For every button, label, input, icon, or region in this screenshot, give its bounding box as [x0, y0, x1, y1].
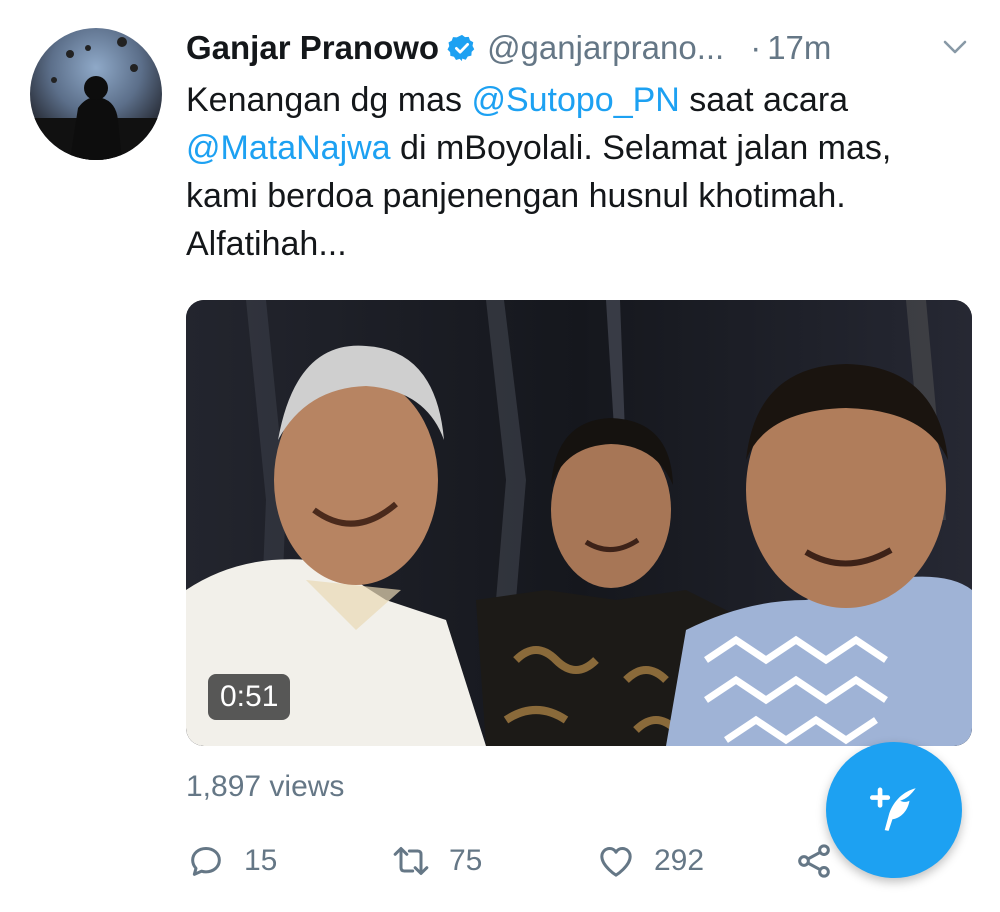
tweet-text-part: Kenangan dg mas — [186, 81, 472, 119]
video-thumbnail — [186, 300, 972, 746]
avatar[interactable] — [30, 28, 162, 160]
heart-icon — [600, 847, 632, 877]
header-separator: · — [750, 29, 762, 66]
video-duration-badge: 0:51 — [208, 674, 291, 720]
author-name[interactable]: Ganjar Pranowo — [186, 29, 439, 67]
share-button[interactable] — [794, 836, 834, 886]
chevron-down-icon[interactable] — [942, 38, 968, 56]
reply-count: 15 — [244, 844, 278, 877]
video-player[interactable]: 0:51 — [186, 300, 972, 746]
reply-icon — [191, 847, 221, 876]
compose-tweet-icon — [869, 787, 916, 831]
mention-link[interactable]: @Sutopo_PN — [471, 81, 679, 119]
retweet-icon — [393, 847, 429, 875]
share-icon — [798, 844, 830, 878]
avatar-image — [30, 37, 162, 160]
retweet-button[interactable]: 75 — [391, 836, 482, 886]
tweet-timestamp[interactable]: 17m — [767, 29, 831, 67]
verified-badge-icon — [447, 34, 475, 62]
compose-tweet-button[interactable] — [826, 742, 962, 878]
like-button[interactable]: 292 — [596, 836, 704, 886]
mention-link[interactable]: @MataNajwa — [186, 129, 391, 167]
reply-button[interactable]: 15 — [186, 836, 277, 886]
like-count: 292 — [654, 844, 705, 877]
tweet-header: Ganjar Pranowo @ganjarprano... · 17m — [186, 26, 976, 70]
view-count: 1,897 views — [186, 770, 345, 803]
tweet-text-part: saat acara — [679, 81, 849, 119]
tweet-actions: 15 75 292 — [186, 836, 886, 886]
author-handle[interactable]: @ganjarprano... — [487, 29, 724, 67]
retweet-count: 75 — [449, 844, 483, 877]
tweet-text: Kenangan dg mas @Sutopo_PN saat acara @M… — [186, 76, 946, 268]
